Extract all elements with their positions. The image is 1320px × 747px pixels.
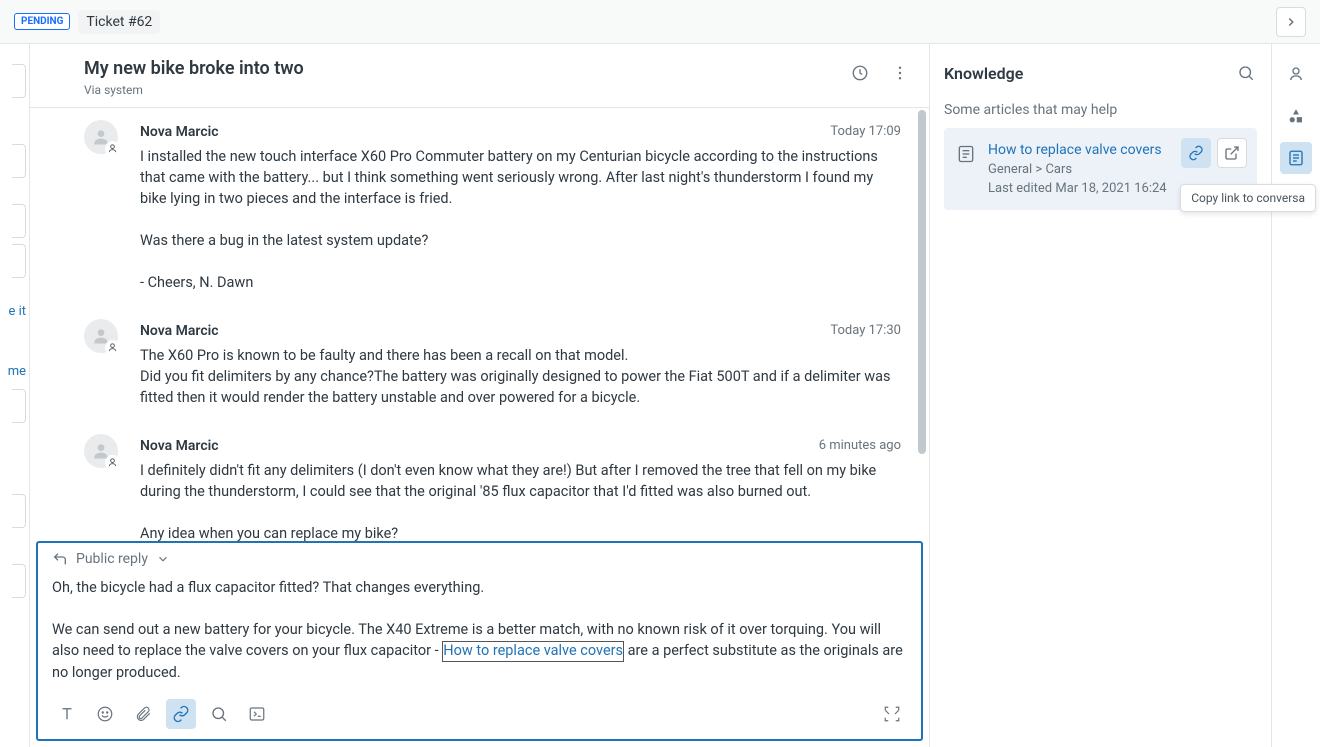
composer-editor[interactable]: Oh, the bicycle had a flux capacitor fit… bbox=[38, 571, 921, 693]
history-icon bbox=[851, 64, 869, 82]
knowledge-search-button[interactable] bbox=[204, 699, 234, 729]
message: Nova Marcic Today 17:30 The X60 Pro is k… bbox=[30, 307, 929, 422]
article-icon bbox=[956, 144, 976, 164]
sidebar-stub-box[interactable] bbox=[12, 144, 26, 178]
rail-knowledge-button[interactable] bbox=[1280, 142, 1312, 174]
composer-mode-selector[interactable]: Public reply bbox=[38, 543, 921, 571]
message-author: Nova Marcic bbox=[140, 438, 219, 454]
events-button[interactable] bbox=[849, 62, 871, 84]
ticket-options-button[interactable] bbox=[889, 62, 911, 84]
book-icon bbox=[1287, 149, 1305, 167]
message: Nova Marcic Today 17:09 I installed the … bbox=[30, 108, 929, 307]
link-button[interactable] bbox=[166, 699, 196, 729]
emoji-button[interactable] bbox=[90, 699, 120, 729]
expand-composer-button[interactable] bbox=[877, 699, 907, 729]
sidebar-stub-box[interactable] bbox=[12, 244, 26, 278]
sidebar-stub-text[interactable]: me bbox=[8, 354, 29, 388]
knowledge-title: Knowledge bbox=[944, 64, 1023, 83]
message-body: The X60 Pro is known to be faulty and th… bbox=[140, 345, 901, 408]
right-rail: Copy link to conversa bbox=[1272, 44, 1320, 747]
overflow-vertical-icon bbox=[891, 64, 909, 82]
sidebar-stub-box[interactable] bbox=[12, 564, 26, 598]
knowledge-panel: Knowledge Some articles that may help Ho… bbox=[930, 44, 1272, 747]
external-link-icon bbox=[1224, 145, 1240, 161]
attachment-button[interactable] bbox=[128, 699, 158, 729]
reply-icon bbox=[52, 551, 68, 567]
chevron-down-icon bbox=[156, 552, 170, 566]
message-body: I installed the new touch interface X60 … bbox=[140, 146, 901, 293]
user-badge-icon bbox=[107, 457, 118, 468]
composer-toolbar bbox=[38, 693, 921, 739]
message-timestamp: Today 17:09 bbox=[830, 124, 901, 140]
rail-user-button[interactable] bbox=[1280, 58, 1312, 90]
tooltip: Copy link to conversa bbox=[1180, 184, 1316, 212]
message: Nova Marcic 6 minutes ago I definitely d… bbox=[30, 422, 929, 542]
terminal-icon bbox=[248, 705, 266, 723]
knowledge-search-button[interactable] bbox=[1235, 62, 1257, 84]
status-badge: PENDING bbox=[14, 13, 70, 30]
chevron-right-icon bbox=[1284, 15, 1298, 29]
search-icon bbox=[210, 705, 228, 723]
knowledge-hint: Some articles that may help bbox=[944, 102, 1257, 118]
sidebar-stub-box[interactable] bbox=[12, 494, 26, 528]
ticket-channel-label: Via system bbox=[84, 83, 304, 97]
composer-mode-label: Public reply bbox=[76, 551, 148, 567]
ticket-subject: My new bike broke into two bbox=[84, 58, 304, 79]
avatar[interactable] bbox=[84, 120, 118, 154]
message-author: Nova Marcic bbox=[140, 124, 219, 140]
text-format-button[interactable] bbox=[52, 699, 82, 729]
paperclip-icon bbox=[134, 705, 152, 723]
composer: Public reply Oh, the bicycle had a flux … bbox=[37, 542, 922, 740]
ticket-id-label: Ticket #62 bbox=[78, 10, 160, 34]
header-left: PENDING Ticket #62 bbox=[14, 10, 160, 34]
link-icon bbox=[172, 705, 190, 723]
message-timestamp: Today 17:30 bbox=[830, 323, 901, 339]
ticket-header: My new bike broke into two Via system bbox=[30, 44, 929, 108]
expand-icon bbox=[883, 705, 901, 723]
message-body: I definitely didn't fit any delimiters (… bbox=[140, 460, 901, 542]
avatar[interactable] bbox=[84, 319, 118, 353]
composer-inline-link[interactable]: How to replace valve covers bbox=[442, 642, 624, 659]
shapes-icon bbox=[1287, 107, 1305, 125]
left-sidebar-stub: e it me bbox=[0, 44, 30, 747]
sidebar-stub-box[interactable] bbox=[12, 389, 26, 423]
next-ticket-button[interactable] bbox=[1276, 7, 1306, 37]
message-author: Nova Marcic bbox=[140, 323, 219, 339]
smiley-icon bbox=[96, 705, 114, 723]
message-timestamp: 6 minutes ago bbox=[819, 438, 901, 454]
macro-button[interactable] bbox=[242, 699, 272, 729]
avatar[interactable] bbox=[84, 434, 118, 468]
sidebar-stub-box[interactable] bbox=[12, 204, 26, 238]
sidebar-stub-box[interactable] bbox=[12, 64, 26, 98]
copy-link-button[interactable] bbox=[1181, 138, 1211, 168]
rail-apps-button[interactable] bbox=[1280, 100, 1312, 132]
link-icon bbox=[1188, 145, 1204, 161]
ticket-header-actions bbox=[849, 58, 911, 84]
search-icon bbox=[1237, 64, 1255, 82]
sidebar-stub-text[interactable]: e it bbox=[8, 294, 29, 328]
open-external-button[interactable] bbox=[1217, 138, 1247, 168]
text-icon bbox=[58, 705, 76, 723]
conversation-scroll[interactable]: Nova Marcic Today 17:09 I installed the … bbox=[30, 108, 929, 542]
user-icon bbox=[1287, 65, 1305, 83]
user-badge-icon bbox=[107, 342, 118, 353]
header-bar: PENDING Ticket #62 bbox=[0, 0, 1320, 44]
conversation-panel: My new bike broke into two Via system bbox=[30, 44, 930, 747]
user-badge-icon bbox=[107, 143, 118, 154]
